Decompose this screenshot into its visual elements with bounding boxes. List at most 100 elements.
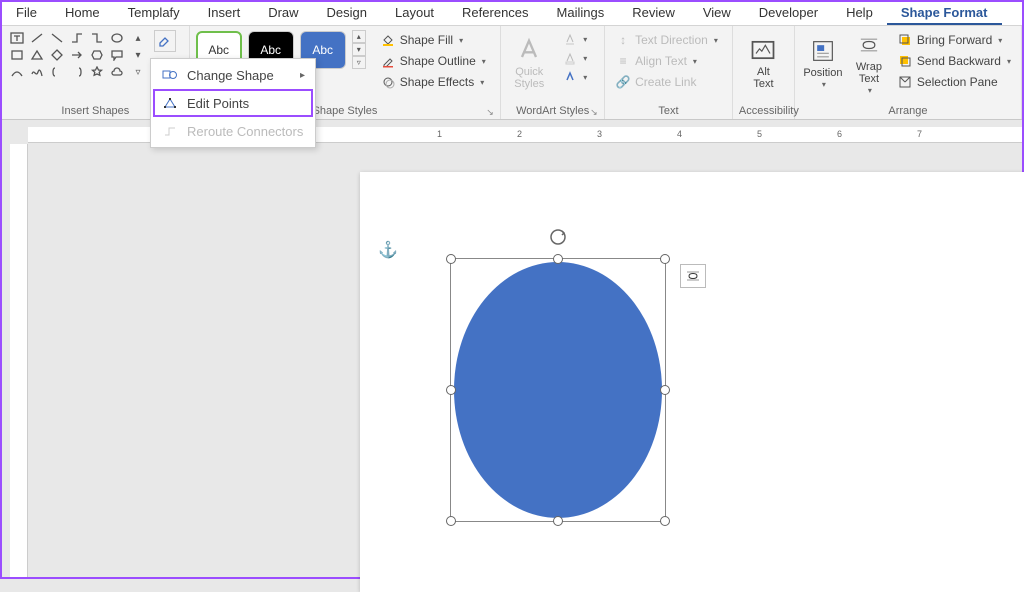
dialog-launcher-icon[interactable]: ↘ bbox=[590, 107, 600, 117]
resize-handle-br[interactable] bbox=[660, 516, 670, 526]
text-outline-button[interactable]: ▾ bbox=[559, 49, 591, 67]
shape-connector-icon[interactable] bbox=[68, 30, 86, 46]
selection-bounding-box bbox=[450, 258, 666, 522]
shape-curve-icon[interactable] bbox=[8, 64, 26, 80]
tab-draw[interactable]: Draw bbox=[254, 2, 312, 25]
reroute-connectors-item: Reroute Connectors bbox=[153, 117, 313, 145]
layout-options-button[interactable] bbox=[680, 264, 706, 288]
resize-handle-bl[interactable] bbox=[446, 516, 456, 526]
tab-help[interactable]: Help bbox=[832, 2, 887, 25]
change-shape-icon bbox=[161, 67, 179, 83]
bring-forward-button[interactable]: Bring Forward▾ bbox=[893, 30, 1015, 50]
tab-mailings[interactable]: Mailings bbox=[543, 2, 619, 25]
shape-star-icon[interactable] bbox=[88, 64, 106, 80]
shape-oval-icon[interactable] bbox=[108, 30, 126, 46]
tab-templafy[interactable]: Templafy bbox=[114, 2, 194, 25]
wrap-text-button[interactable]: Wrap Text ▾ bbox=[847, 30, 891, 96]
vertical-ruler[interactable] bbox=[10, 144, 28, 577]
send-backward-button[interactable]: Send Backward▾ bbox=[893, 51, 1015, 71]
shape-freeform-icon[interactable] bbox=[28, 64, 46, 80]
shape-textbox-icon[interactable] bbox=[8, 30, 26, 46]
link-icon: 🔗 bbox=[615, 74, 631, 90]
create-link-button[interactable]: 🔗 Create Link bbox=[611, 72, 722, 92]
bucket-icon bbox=[380, 32, 396, 48]
shape-line-icon[interactable] bbox=[28, 30, 46, 46]
tab-file[interactable]: File bbox=[2, 2, 51, 25]
shapes-scroll-down-icon[interactable]: ▾ bbox=[130, 47, 146, 63]
group-label-arrange: Arrange bbox=[801, 103, 1015, 118]
shape-brace2-icon[interactable] bbox=[68, 64, 86, 80]
bring-forward-icon bbox=[897, 32, 913, 48]
dialog-launcher-icon[interactable]: ↘ bbox=[486, 107, 496, 117]
tab-home[interactable]: Home bbox=[51, 2, 114, 25]
text-effects-button[interactable]: ▾ bbox=[559, 68, 591, 86]
anchor-icon[interactable]: ⚓ bbox=[378, 240, 398, 260]
shapes-scroll-up-icon[interactable]: ▴ bbox=[130, 30, 146, 46]
group-wordart-styles: Quick Styles ▾ ▾ ▾ WordArt Styles ↘ bbox=[501, 26, 605, 119]
tab-design[interactable]: Design bbox=[313, 2, 381, 25]
shapes-more-icon[interactable]: ▿ bbox=[130, 64, 146, 80]
submenu-arrow-icon: ▸ bbox=[300, 70, 305, 81]
change-shape-item[interactable]: Change Shape ▸ bbox=[153, 61, 313, 89]
group-arrange: Position ▾ Wrap Text ▾ Bring Forward▾ Se… bbox=[795, 26, 1022, 119]
chevron-down-icon: ▾ bbox=[480, 78, 484, 87]
group-label-text: Text bbox=[611, 103, 726, 118]
resize-handle-bm[interactable] bbox=[553, 516, 563, 526]
resize-handle-tr[interactable] bbox=[660, 254, 670, 264]
resize-handle-ml[interactable] bbox=[446, 385, 456, 395]
align-text-icon: ≡ bbox=[615, 53, 631, 69]
shape-speech-icon[interactable] bbox=[108, 47, 126, 63]
chevron-down-icon: ▾ bbox=[459, 36, 463, 45]
tab-layout[interactable]: Layout bbox=[381, 2, 448, 25]
group-label-accessibility: Accessibility bbox=[739, 103, 788, 118]
edit-points-icon bbox=[161, 95, 179, 111]
text-fill-button[interactable]: ▾ bbox=[559, 30, 591, 48]
chevron-down-icon: ▾ bbox=[868, 87, 872, 96]
shape-line2-icon[interactable] bbox=[48, 30, 66, 46]
align-text-button[interactable]: ≡ Align Text▾ bbox=[611, 51, 722, 71]
pen-icon bbox=[380, 53, 396, 69]
shapes-gallery[interactable] bbox=[8, 30, 126, 80]
shape-brace-icon[interactable] bbox=[48, 64, 66, 80]
tab-insert[interactable]: Insert bbox=[194, 2, 255, 25]
styles-scroll-up-icon[interactable]: ▴ bbox=[352, 30, 366, 43]
position-button[interactable]: Position ▾ bbox=[801, 30, 845, 96]
edit-shape-dropdown: Change Shape ▸ Edit Points Reroute Conne… bbox=[150, 58, 316, 148]
shape-outline-button[interactable]: Shape Outline▾ bbox=[376, 51, 490, 71]
shape-triangle-icon[interactable] bbox=[28, 47, 46, 63]
alt-text-button[interactable]: Alt Text bbox=[741, 30, 785, 96]
text-direction-button[interactable]: ↕ Text Direction▾ bbox=[611, 30, 722, 50]
selection-pane-button[interactable]: Selection Pane bbox=[893, 72, 1015, 92]
resize-handle-tl[interactable] bbox=[446, 254, 456, 264]
edit-points-item[interactable]: Edit Points bbox=[153, 89, 313, 117]
effects-icon bbox=[380, 74, 396, 90]
group-accessibility: Alt Text Accessibility bbox=[733, 26, 795, 119]
shape-arrow-icon[interactable] bbox=[68, 47, 86, 63]
styles-scroll-down-icon[interactable]: ▾ bbox=[352, 43, 366, 56]
shape-rect-icon[interactable] bbox=[8, 47, 26, 63]
resize-handle-tm[interactable] bbox=[553, 254, 563, 264]
styles-more-icon[interactable]: ▿ bbox=[352, 56, 366, 69]
tab-shape-format[interactable]: Shape Format bbox=[887, 2, 1002, 25]
group-text: ↕ Text Direction▾ ≡ Align Text▾ 🔗 Create… bbox=[605, 26, 733, 119]
resize-handle-mr[interactable] bbox=[660, 385, 670, 395]
edit-shape-button[interactable] bbox=[154, 30, 176, 52]
shape-connector2-icon[interactable] bbox=[88, 30, 106, 46]
text-direction-icon: ↕ bbox=[615, 32, 631, 48]
rotate-handle[interactable] bbox=[548, 227, 568, 247]
reroute-icon bbox=[161, 123, 179, 139]
shape-diamond-icon[interactable] bbox=[48, 47, 66, 63]
tab-review[interactable]: Review bbox=[618, 2, 689, 25]
chevron-down-icon: ▾ bbox=[822, 81, 826, 90]
tab-view[interactable]: View bbox=[689, 2, 745, 25]
send-backward-icon bbox=[897, 53, 913, 69]
selection-pane-icon bbox=[897, 74, 913, 90]
quick-styles-button[interactable]: Quick Styles bbox=[507, 30, 551, 96]
shape-cloud-icon[interactable] bbox=[108, 64, 126, 80]
tab-references[interactable]: References bbox=[448, 2, 542, 25]
shape-effects-button[interactable]: Shape Effects▾ bbox=[376, 72, 490, 92]
shape-fill-button[interactable]: Shape Fill▾ bbox=[376, 30, 490, 50]
chevron-down-icon: ▾ bbox=[482, 57, 486, 66]
tab-developer[interactable]: Developer bbox=[745, 2, 832, 25]
shape-hexagon-icon[interactable] bbox=[88, 47, 106, 63]
